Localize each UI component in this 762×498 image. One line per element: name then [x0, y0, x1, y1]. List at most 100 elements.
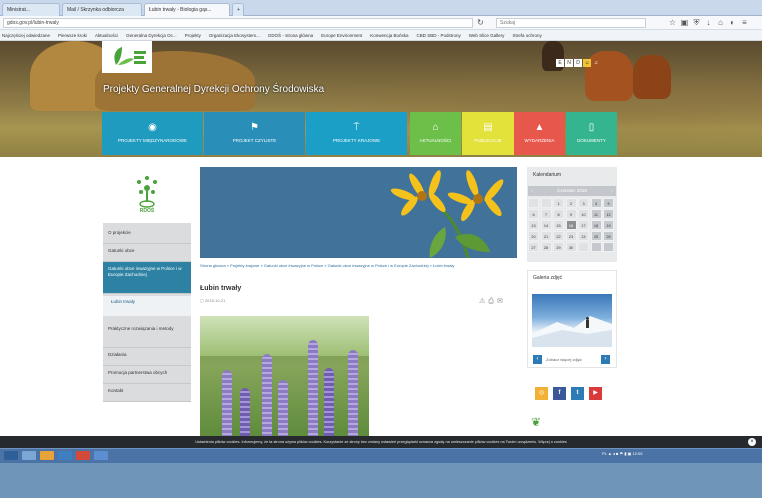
- url-input[interactable]: gdos.gov.pl/lubin-trwaly: [3, 18, 473, 28]
- lupin-photo[interactable]: [200, 316, 369, 440]
- taskbar-app-word[interactable]: [94, 451, 108, 460]
- calendar-day[interactable]: 17: [578, 220, 589, 230]
- calendar-day[interactable]: 24: [578, 231, 589, 241]
- calendar-day[interactable]: 14: [540, 220, 552, 230]
- clipboard-icon[interactable]: ▣: [680, 18, 689, 27]
- taskbar-app-outlook[interactable]: [58, 451, 72, 460]
- nav-tile-3[interactable]: ⌂ AKTUALNOŚCI: [410, 112, 461, 155]
- sidebar-item-0[interactable]: O projekcie: [103, 226, 191, 244]
- audio-icon[interactable]: ♫: [592, 59, 600, 67]
- bookmark-item[interactable]: Generalna Dyrekcja Oc...: [126, 33, 177, 38]
- calendar-day[interactable]: 2: [565, 198, 577, 208]
- twitter-icon[interactable]: t: [571, 387, 584, 400]
- browser-tab-1[interactable]: Ministrat...: [2, 3, 60, 16]
- gallery-prev-button[interactable]: ‹: [533, 355, 542, 364]
- cookie-close-button[interactable]: ×: [748, 438, 756, 446]
- bookmark-item[interactable]: Projekty: [185, 33, 201, 38]
- calendar-day[interactable]: 29: [553, 242, 564, 252]
- nav-tile-6[interactable]: ▯ DOKUMENTY: [566, 112, 617, 155]
- lang-e[interactable]: E: [556, 59, 564, 67]
- facebook-icon[interactable]: f: [553, 387, 566, 400]
- calendar-day[interactable]: 19: [603, 220, 614, 230]
- browser-tab-2[interactable]: Mail / Skrzynka odbiorcza: [62, 3, 142, 16]
- calendar-day[interactable]: 6: [528, 209, 539, 219]
- nav-tile-4[interactable]: ▤ PUBLIKACJE: [462, 112, 514, 155]
- star-icon[interactable]: ☆: [668, 18, 677, 27]
- bookmark-item[interactable]: Strefa ochrony: [512, 33, 541, 38]
- breadcrumb[interactable]: Strona główna » Projekty krajowe » Gatun…: [200, 263, 518, 268]
- sidebar-item-2[interactable]: Gatunki obce inwazyjne w Polsce i w Euro…: [103, 262, 191, 294]
- calendar-day[interactable]: 3: [578, 198, 589, 208]
- sidebar-item-1[interactable]: Gatunki obce: [103, 244, 191, 262]
- gallery-photo[interactable]: [532, 294, 612, 347]
- sidebar-logo[interactable]: RDOŚ: [103, 166, 191, 223]
- calendar-day[interactable]: 28: [540, 242, 552, 252]
- reload-icon[interactable]: ↻: [476, 18, 485, 27]
- calendar-day[interactable]: 1: [553, 198, 564, 208]
- calendar-day[interactable]: 25: [590, 231, 602, 241]
- bookmark-item[interactable]: CBD SBD - Podstrony: [416, 33, 460, 38]
- start-button[interactable]: [4, 451, 18, 460]
- bookmark-item[interactable]: Organizacja Ekosystem...: [209, 33, 260, 38]
- taskbar-app-explorer[interactable]: [22, 451, 36, 460]
- calendar-day[interactable]: 23: [565, 231, 577, 241]
- gallery-caption[interactable]: Zobacz więcej zdjęć: [546, 357, 582, 362]
- shield-icon[interactable]: ⛨: [692, 18, 701, 27]
- bookmark-item[interactable]: Europe Environment: [321, 33, 362, 38]
- calendar-day[interactable]: 11: [590, 209, 602, 219]
- bookmark-item[interactable]: Konwencja Bońska: [370, 33, 408, 38]
- bookmark-item[interactable]: Aktualności: [95, 33, 118, 38]
- bookmark-item[interactable]: GDOŚ - strona główna: [268, 33, 313, 38]
- sidebar-item-7[interactable]: Kontakt: [103, 384, 191, 402]
- calendar-day[interactable]: 20: [528, 231, 539, 241]
- calendar-day[interactable]: 16: [565, 220, 577, 230]
- calendar-day[interactable]: 10: [578, 209, 589, 219]
- calendar-day[interactable]: 12: [603, 209, 614, 219]
- sidebar-item-6[interactable]: Promocja partnerstwa obcych: [103, 366, 191, 384]
- site-title[interactable]: Projekty Generalnej Dyrekcji Ochrony Śro…: [103, 84, 324, 95]
- calendar-day[interactable]: 18: [590, 220, 602, 230]
- calendar-day[interactable]: 30: [565, 242, 577, 252]
- system-tray[interactable]: PL ▲ ◂ ■ ⚑ ▮ ▣ 12:05: [602, 451, 642, 456]
- email-icon[interactable]: ✉: [497, 298, 506, 305]
- home-browser-icon[interactable]: ⌂: [716, 18, 725, 27]
- nav-tile-5[interactable]: ▲ WYDARZENIA: [514, 112, 565, 155]
- new-tab-button[interactable]: +: [232, 3, 244, 16]
- calendar-day[interactable]: 27: [528, 242, 539, 252]
- site-logo[interactable]: [102, 41, 152, 73]
- rss-icon[interactable]: ◎: [535, 387, 548, 400]
- browser-search-input[interactable]: Szukaj: [496, 18, 646, 28]
- youtube-icon[interactable]: ▶: [589, 387, 602, 400]
- gallery-next-button[interactable]: ›: [601, 355, 610, 364]
- calendar-day[interactable]: 21: [540, 231, 552, 241]
- taskbar-app-folder[interactable]: [40, 451, 54, 460]
- calendar-day[interactable]: 13: [528, 220, 539, 230]
- calendar-day[interactable]: 22: [553, 231, 564, 241]
- calendar-day[interactable]: 7: [540, 209, 552, 219]
- calendar-day[interactable]: 4: [590, 198, 602, 208]
- bookmark-item[interactable]: Web Slice Gallery: [469, 33, 505, 38]
- print-icon[interactable]: ⎙: [488, 298, 497, 305]
- download-icon[interactable]: ↓: [704, 18, 713, 27]
- nav-tile-0[interactable]: ◉ PROJEKTY MIĘDZYNARODOWE: [102, 112, 203, 155]
- sidebar-item-4[interactable]: Praktyczne rozwiązania i metody: [103, 322, 191, 348]
- sign-language-icon[interactable]: ☺: [583, 59, 591, 67]
- bookmark-item[interactable]: Najczęściej odwiedzane: [2, 33, 50, 38]
- sidebar-item-3[interactable]: Łubin trwały: [103, 296, 191, 316]
- lang-d[interactable]: D: [574, 59, 582, 67]
- calendar-day[interactable]: 15: [553, 220, 564, 230]
- bookmark-item[interactable]: Pierwsze kroki: [58, 33, 87, 38]
- calendar-day[interactable]: 8: [553, 209, 564, 219]
- browser-tab-3[interactable]: Łubin trwały - Biologia gąs...: [144, 3, 230, 16]
- calendar-next-icon[interactable]: ›: [612, 186, 614, 196]
- report-icon[interactable]: ⚠: [479, 298, 488, 305]
- taskbar-app-firefox[interactable]: [76, 451, 90, 460]
- lang-n[interactable]: N: [565, 59, 573, 67]
- nav-tile-1[interactable]: ⚑ PROJEKT CZYLISTE: [204, 112, 305, 155]
- menu-icon[interactable]: ≡: [740, 18, 749, 27]
- calendar-day[interactable]: 26: [603, 231, 614, 241]
- sidebar-item-5[interactable]: Działania: [103, 348, 191, 366]
- calendar-day[interactable]: 9: [565, 209, 577, 219]
- calendar-prev-icon[interactable]: ‹: [531, 186, 533, 196]
- calendar-day[interactable]: 5: [603, 198, 614, 208]
